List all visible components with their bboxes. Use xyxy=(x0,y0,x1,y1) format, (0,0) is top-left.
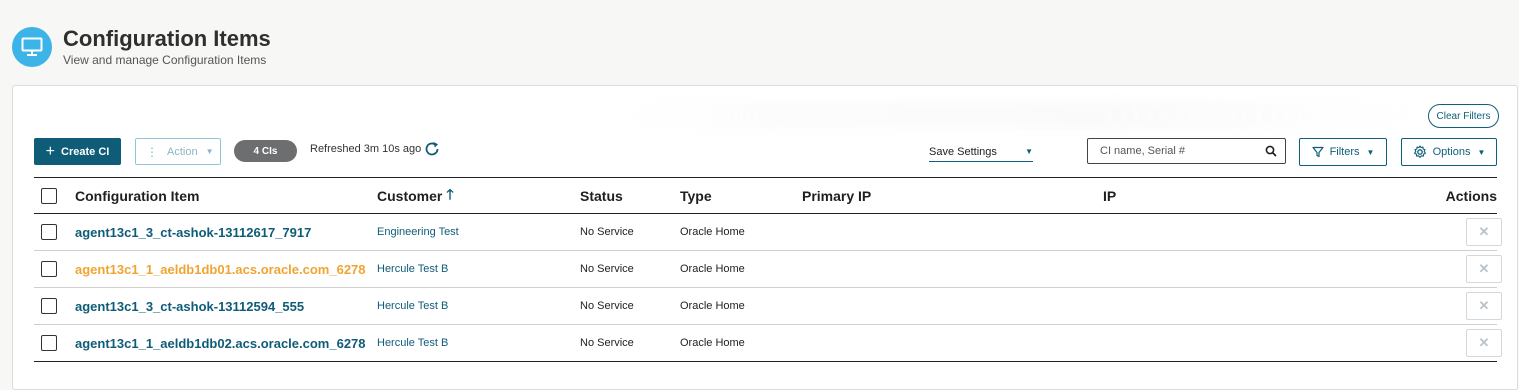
column-header-type[interactable]: Type xyxy=(680,178,712,213)
blurred-region xyxy=(613,100,1423,130)
filters-label: Filters xyxy=(1329,146,1360,158)
close-icon: ✕ xyxy=(1478,224,1490,239)
chevron-down-icon: ▼ xyxy=(1477,147,1486,157)
customer-link[interactable]: Hercule Test B xyxy=(377,325,448,361)
create-ci-button[interactable]: + Create CI xyxy=(34,138,121,165)
options-button[interactable]: Options ▼ xyxy=(1401,138,1497,166)
select-all-checkbox[interactable] xyxy=(41,187,57,204)
row-checkbox[interactable] xyxy=(41,261,57,277)
clear-filters-button[interactable]: Clear Filters xyxy=(1428,104,1499,128)
save-settings-label: Save Settings xyxy=(929,145,997,158)
row-checkbox[interactable] xyxy=(41,224,57,240)
ci-table: Configuration Item Customer 🡑 Status Typ… xyxy=(34,177,1502,362)
column-header-actions: Actions xyxy=(1445,187,1497,204)
close-icon: ✕ xyxy=(1478,298,1490,313)
close-icon: ✕ xyxy=(1478,261,1490,276)
status-cell: No Service xyxy=(580,263,634,275)
search-input[interactable] xyxy=(1100,145,1265,157)
type-cell: Oracle Home xyxy=(680,226,745,238)
refresh-icon[interactable] xyxy=(423,140,441,158)
column-header-ci[interactable]: Configuration Item xyxy=(75,178,199,213)
ci-link[interactable]: agent13c1_1_aeldb1db01.acs.oracle.com_62… xyxy=(75,251,366,287)
action-dropdown[interactable]: ⋮ Action ▼ xyxy=(135,138,221,165)
type-cell: Oracle Home xyxy=(680,337,745,349)
create-ci-label: Create CI xyxy=(61,145,110,158)
column-header-primary-ip[interactable]: Primary IP xyxy=(802,178,871,213)
ci-link[interactable]: agent13c1_1_aeldb1db02.acs.oracle.com_62… xyxy=(75,325,366,361)
plus-icon: + xyxy=(45,142,56,160)
page-title: Configuration Items xyxy=(63,26,271,51)
table-row: agent13c1_3_ct-ashok-13112617_7917 Engin… xyxy=(34,214,1502,251)
delete-row-button[interactable]: ✕ xyxy=(1466,255,1502,283)
sort-ascending-icon: 🡑 xyxy=(446,185,454,202)
chevron-down-icon: ▼ xyxy=(205,147,214,156)
table-header: Configuration Item Customer 🡑 Status Typ… xyxy=(34,177,1497,214)
customer-header-label: Customer xyxy=(377,187,443,204)
table-row: agent13c1_1_aeldb1db01.acs.oracle.com_62… xyxy=(34,251,1502,288)
status-cell: No Service xyxy=(580,337,634,349)
type-cell: Oracle Home xyxy=(680,263,745,275)
column-header-customer[interactable]: Customer 🡑 xyxy=(377,178,454,213)
kebab-icon: ⋮ xyxy=(146,144,158,159)
page-header: Configuration Items View and manage Conf… xyxy=(12,26,271,68)
status-cell: No Service xyxy=(580,300,634,312)
filter-icon xyxy=(1311,146,1324,158)
column-header-ip[interactable]: IP xyxy=(1103,178,1116,213)
type-cell: Oracle Home xyxy=(680,300,745,312)
customer-link[interactable]: Hercule Test B xyxy=(377,251,448,287)
ci-link[interactable]: agent13c1_3_ct-ashok-13112594_555 xyxy=(75,288,304,324)
filters-button[interactable]: Filters ▼ xyxy=(1299,138,1387,166)
delete-row-button[interactable]: ✕ xyxy=(1466,218,1502,246)
refreshed-text: Refreshed 3m 10s ago xyxy=(310,143,422,155)
ci-count-badge: 4 CIs xyxy=(234,140,297,162)
gear-icon xyxy=(1413,145,1426,158)
monitor-icon xyxy=(12,27,52,67)
chevron-down-icon: ▼ xyxy=(1366,147,1375,157)
ci-panel: Clear Filters + Create CI ⋮ Action ▼ 4 C… xyxy=(12,85,1518,390)
options-label: Options xyxy=(1432,146,1471,158)
action-label: Action xyxy=(167,145,198,158)
customer-link[interactable]: Hercule Test B xyxy=(377,288,448,324)
search-box xyxy=(1087,138,1286,164)
row-checkbox[interactable] xyxy=(41,298,57,314)
close-icon: ✕ xyxy=(1478,335,1490,350)
chevron-down-icon: ▼ xyxy=(1025,147,1033,156)
delete-row-button[interactable]: ✕ xyxy=(1466,329,1502,357)
delete-row-button[interactable]: ✕ xyxy=(1466,292,1502,320)
ci-link[interactable]: agent13c1_3_ct-ashok-13112617_7917 xyxy=(75,214,311,250)
search-icon[interactable] xyxy=(1265,145,1277,157)
save-settings-select[interactable]: Save Settings ▼ xyxy=(929,142,1033,162)
page-subtitle: View and manage Configuration Items xyxy=(63,53,267,67)
row-checkbox[interactable] xyxy=(41,335,57,351)
status-cell: No Service xyxy=(580,226,634,238)
table-row: agent13c1_3_ct-ashok-13112594_555 Hercul… xyxy=(34,288,1502,325)
column-header-status[interactable]: Status xyxy=(580,178,623,213)
table-row: agent13c1_1_aeldb1db02.acs.oracle.com_62… xyxy=(34,325,1502,362)
customer-link[interactable]: Engineering Test xyxy=(377,214,459,250)
